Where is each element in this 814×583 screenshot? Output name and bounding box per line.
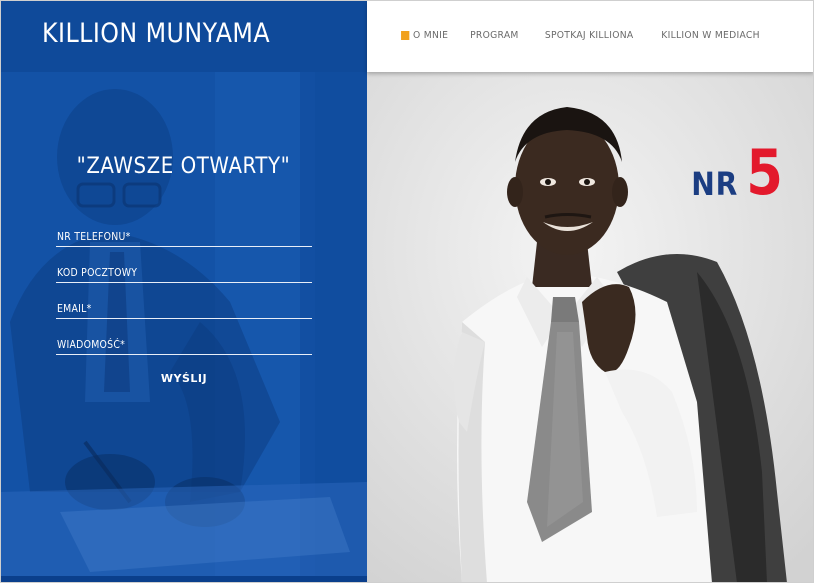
number-badge-prefix: NR [691, 165, 739, 203]
postal-code-field-label: KOD POCZTOWY [57, 266, 138, 279]
phone-field-label: NR TELEFONU* [57, 230, 131, 243]
nav-item-program[interactable]: PROGRAM [470, 30, 519, 41]
top-navigation: O MNIE PROGRAM SPOTKAJ KILLIONA KILLION … [367, 0, 814, 72]
background-photo-image [0, 72, 367, 583]
email-field-label: EMAIL* [57, 302, 92, 315]
postal-code-field[interactable]: KOD POCZTOWY [56, 258, 312, 283]
email-field[interactable]: EMAIL* [56, 294, 312, 319]
bottom-strip [0, 576, 367, 583]
message-field-label: WIADOMOŚĆ* [57, 338, 126, 351]
nav-menu: O MNIE PROGRAM SPOTKAJ KILLIONA KILLION … [399, 30, 764, 41]
nav-item-spotkaj-killiona[interactable]: SPOTKAJ KILLIONA [544, 30, 633, 41]
active-indicator-icon [400, 31, 410, 40]
nav-item-label: O MNIE [412, 30, 448, 41]
message-field[interactable]: WIADOMOŚĆ* [56, 330, 312, 355]
number-badge: NR 5 [688, 142, 787, 204]
nav-item-o-mnie[interactable]: O MNIE [400, 30, 448, 41]
number-badge-number: 5 [746, 136, 784, 209]
form-title: "ZAWSZE OTWARTY" [76, 154, 291, 179]
phone-field[interactable]: NR TELEFONU* [56, 222, 312, 247]
nav-item-killion-w-mediach[interactable]: KILLION W MEDIACH [661, 30, 759, 41]
brand-logo[interactable]: KILLION MUNYAMA [42, 18, 270, 49]
submit-button[interactable]: WYŚLIJ [145, 372, 223, 385]
contact-panel: "ZAWSZE OTWARTY" NR TELEFONU* KOD POCZTO… [0, 72, 367, 583]
brand-header: KILLION MUNYAMA [0, 0, 367, 72]
